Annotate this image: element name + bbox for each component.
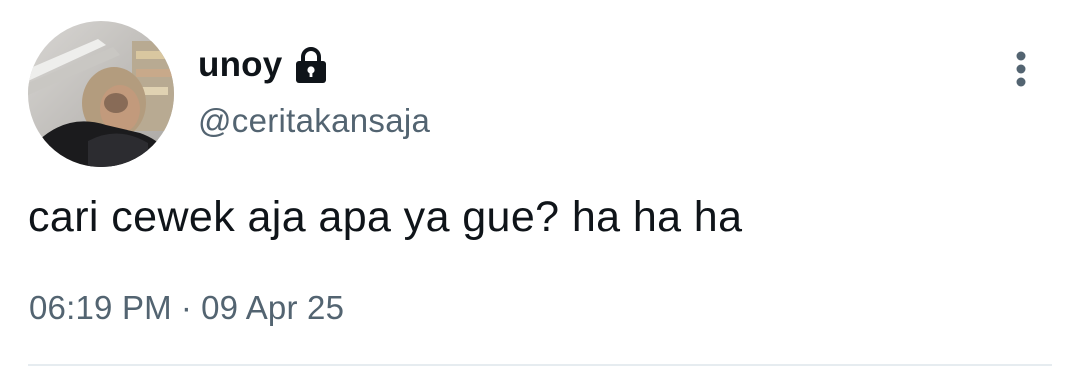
- meta-separator: ·: [180, 289, 193, 326]
- lock-icon: [292, 46, 330, 84]
- tweet-timestamp[interactable]: 06:19 PM · 09 Apr 25: [29, 289, 344, 327]
- avatar[interactable]: [28, 21, 174, 167]
- tweet-text: cari cewek aja apa ya gue? ha ha ha: [28, 193, 743, 241]
- tweet-time: 06:19 PM: [29, 289, 172, 326]
- avatar-photo: [28, 21, 174, 167]
- tweet-card: unoy @ceritakansaja cari cewek aja apa y…: [0, 0, 1080, 372]
- name-row: unoy: [198, 40, 330, 90]
- display-name[interactable]: unoy: [198, 45, 282, 85]
- tweet-date: 09 Apr 25: [201, 289, 345, 326]
- user-handle[interactable]: @ceritakansaja: [198, 102, 430, 140]
- more-options-button[interactable]: [1001, 46, 1041, 92]
- divider: [28, 364, 1052, 366]
- more-vertical-icon: [1016, 51, 1026, 87]
